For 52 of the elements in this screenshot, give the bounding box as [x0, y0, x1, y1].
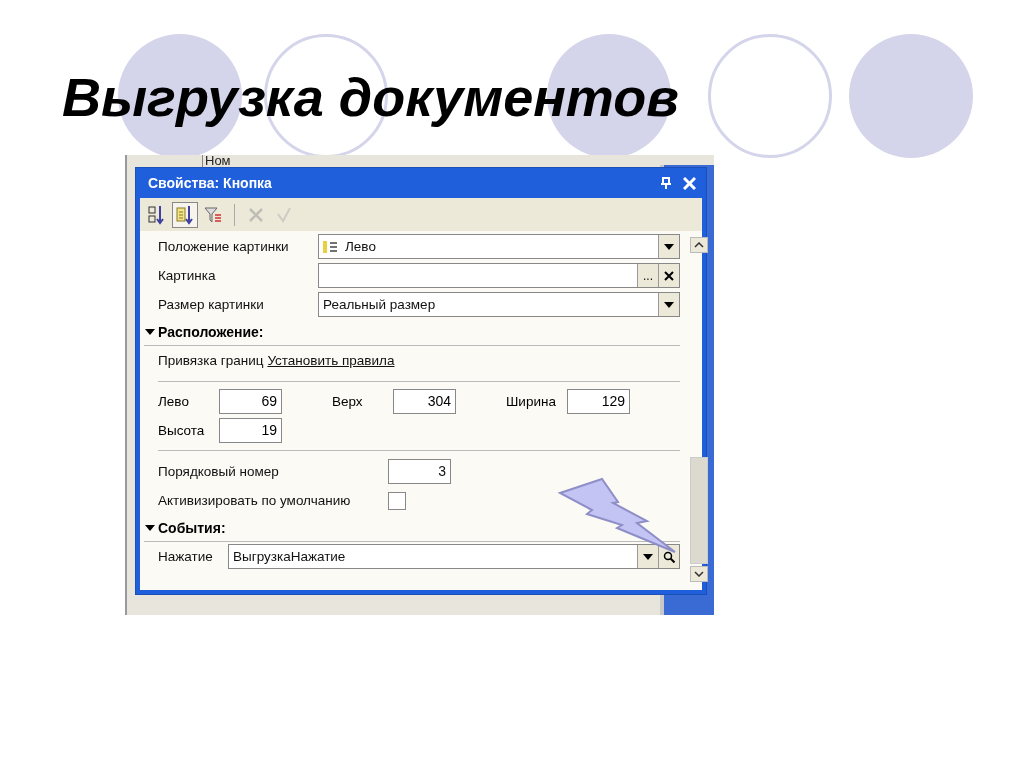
- sort-icon: [148, 204, 166, 225]
- number-field[interactable]: 304: [393, 389, 456, 414]
- property-label: Высота: [158, 423, 206, 438]
- field-value: ВыгрузкаНажатие: [233, 549, 346, 564]
- dropdown-field[interactable]: Реальный размер: [318, 292, 680, 317]
- categories-icon: [176, 204, 194, 225]
- property-label: Ширина: [506, 394, 557, 409]
- property-label: Нажатие: [158, 549, 214, 564]
- field-value: Лево: [345, 239, 376, 254]
- toolbar-button[interactable]: [172, 201, 198, 228]
- window-title: Свойства: Кнопка: [148, 175, 273, 191]
- cancel-icon: [248, 206, 264, 223]
- dropdown-button[interactable]: [658, 235, 679, 258]
- pin-icon[interactable]: [661, 177, 671, 189]
- checkmark-icon: [276, 206, 292, 223]
- property-label: Верх: [332, 394, 364, 409]
- slide-title: Выгрузка документов: [62, 66, 679, 128]
- collapse-icon[interactable]: [144, 524, 156, 532]
- event-field[interactable]: ВыгрузкаНажатие: [228, 544, 680, 569]
- number-field[interactable]: 19: [219, 418, 282, 443]
- chevron-up-icon: [694, 242, 704, 248]
- checkbox[interactable]: [388, 491, 406, 510]
- number-field[interactable]: 129: [567, 389, 630, 414]
- align-left-icon: [323, 240, 337, 253]
- rules-link[interactable]: Установить правила: [267, 353, 395, 368]
- property-label: Лево: [158, 394, 190, 409]
- search-icon: [663, 550, 675, 563]
- section-heading: События:: [158, 520, 226, 536]
- property-label: Картинка: [158, 268, 217, 283]
- property-label: Размер картинки: [158, 297, 265, 312]
- scrollbar[interactable]: [690, 237, 708, 582]
- collapse-icon[interactable]: [144, 328, 156, 336]
- choose-button[interactable]: ...: [637, 264, 658, 287]
- property-label: Положение картинки: [158, 239, 290, 254]
- property-label: Порядковый номер: [158, 464, 280, 479]
- dropdown-button[interactable]: [637, 545, 658, 568]
- caret-icon: [664, 243, 674, 250]
- chevron-down-icon: [694, 571, 704, 577]
- section-heading: Расположение:: [158, 324, 264, 340]
- caret-icon: [664, 301, 674, 308]
- clear-icon: [664, 270, 674, 281]
- property-label: Активизировать по умолчанию: [158, 493, 352, 508]
- dropdown-field[interactable]: Лево: [318, 234, 680, 259]
- dropdown-button[interactable]: [658, 293, 679, 316]
- number-field[interactable]: 3: [388, 459, 451, 484]
- field-value: Реальный размер: [323, 297, 436, 312]
- picture-field[interactable]: ...: [318, 263, 680, 288]
- clear-button[interactable]: [658, 264, 679, 287]
- filter-icon: [204, 204, 222, 225]
- number-field[interactable]: 69: [219, 389, 282, 414]
- close-icon[interactable]: [683, 176, 696, 190]
- property-label: Привязка границ: [158, 353, 264, 368]
